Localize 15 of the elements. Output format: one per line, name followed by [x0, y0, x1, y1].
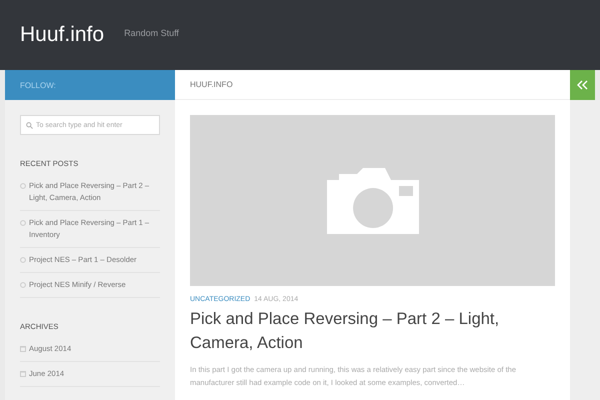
- circle-icon: [20, 257, 26, 263]
- tagline: Random Stuff: [124, 28, 179, 38]
- follow-heading: FOLLOW:: [5, 70, 175, 100]
- section-heading: HUUF.INFO: [175, 70, 570, 100]
- circle-icon: [20, 183, 26, 189]
- calendar-icon: [20, 346, 26, 352]
- search-icon: [26, 122, 33, 128]
- double-chevron-icon: [577, 80, 588, 90]
- circle-icon: [20, 220, 26, 226]
- camera-icon: [326, 168, 418, 234]
- post-title[interactable]: Pick and Place Reversing – Part 2 – Light, Camera, Action: [190, 307, 555, 355]
- site-title[interactable]: Huuf.info: [20, 23, 104, 47]
- calendar-icon: [20, 371, 26, 377]
- sidebar-toggle-button[interactable]: [570, 70, 595, 100]
- circle-icon: [20, 282, 26, 288]
